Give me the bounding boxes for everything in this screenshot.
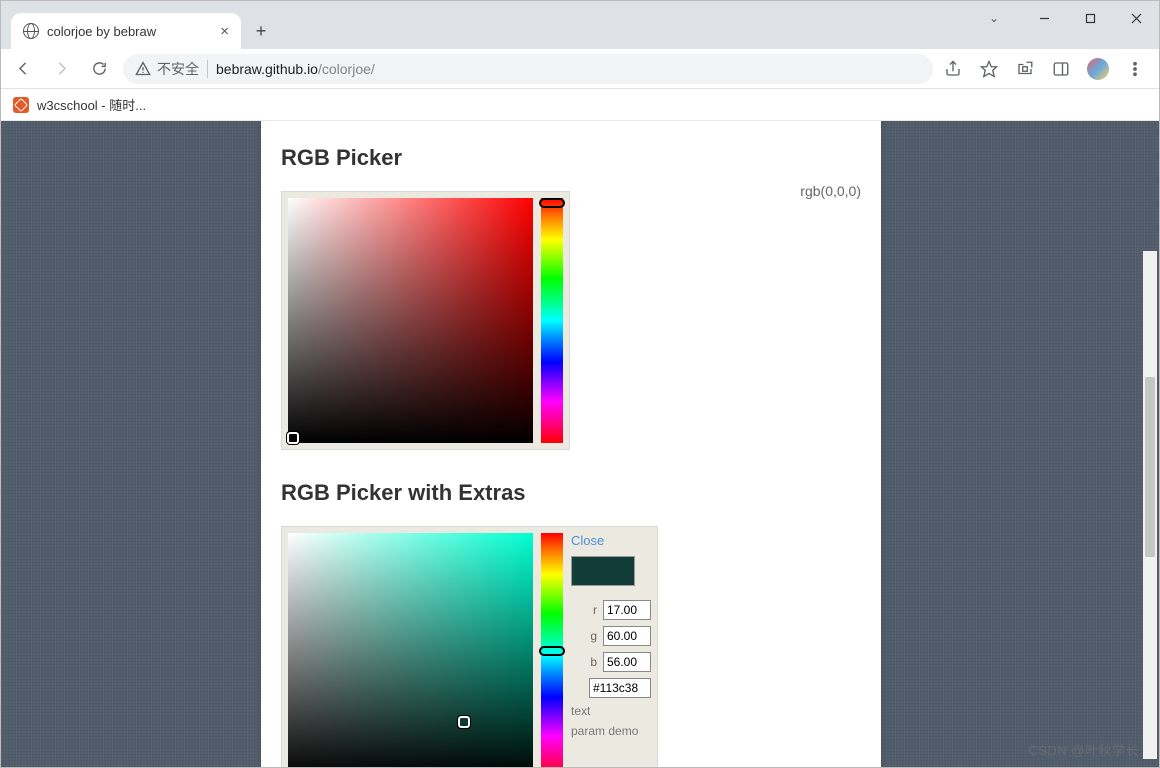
toolbar: 不安全 bebraw.github.io/colorjoe/ (1, 49, 1159, 89)
heading-rgb-picker: RGB Picker (281, 145, 861, 171)
sv-cursor-extras[interactable] (458, 716, 470, 728)
rgb-picker (281, 191, 570, 450)
current-color-swatch (571, 556, 635, 586)
titlebar: colorjoe by bebraw × + ⌄ (1, 1, 1159, 49)
close-link[interactable]: Close (571, 533, 651, 548)
share-icon[interactable] (943, 59, 963, 79)
sv-area[interactable] (288, 198, 533, 443)
url-text: bebraw.github.io/colorjoe/ (216, 61, 375, 77)
page-card: RGB Picker rgb(0,0,0) RGB Picker with Ex… (261, 121, 881, 767)
content-area: RGB Picker rgb(0,0,0) RGB Picker with Ex… (1, 121, 1159, 767)
reload-button[interactable] (85, 55, 113, 83)
close-tab-icon[interactable]: × (220, 23, 229, 40)
extensions-icon[interactable] (1015, 59, 1035, 79)
text-link[interactable]: text (571, 704, 651, 718)
hue-thumb-extras[interactable] (539, 646, 565, 656)
tab-title: colorjoe by bebraw (47, 24, 212, 39)
toolbar-actions (943, 58, 1151, 80)
g-input[interactable] (603, 626, 651, 646)
param-demo-link[interactable]: param demo (571, 724, 651, 738)
new-tab-button[interactable]: + (247, 17, 275, 45)
browser-window: colorjoe by bebraw × + ⌄ 不安全 bebraw.gith… (0, 0, 1160, 768)
browser-tab[interactable]: colorjoe by bebraw × (11, 13, 241, 49)
forward-button[interactable] (47, 55, 75, 83)
hue-slider-extras[interactable] (541, 533, 563, 767)
back-button[interactable] (9, 55, 37, 83)
bookmark-item[interactable]: w3cschool - 随时... (37, 95, 146, 114)
b-label: b (587, 655, 597, 669)
side-panel-icon[interactable] (1051, 59, 1071, 79)
rgb-readout: rgb(0,0,0) (800, 183, 861, 199)
watermark: CSDN @叶秋学长 (1028, 740, 1139, 759)
scrollbar-track[interactable] (1143, 251, 1157, 759)
profile-avatar[interactable] (1087, 58, 1109, 80)
window-controls (1021, 1, 1159, 35)
insecure-badge: 不安全 (135, 59, 199, 79)
address-bar[interactable]: 不安全 bebraw.github.io/colorjoe/ (123, 54, 933, 84)
r-input[interactable] (603, 600, 651, 620)
close-window-button[interactable] (1113, 1, 1159, 35)
kebab-menu-icon[interactable] (1125, 59, 1145, 79)
bookmark-star-icon[interactable] (979, 59, 999, 79)
hue-thumb[interactable] (539, 198, 565, 208)
extras-panel: Close r g b text param demo (571, 533, 651, 767)
b-input[interactable] (603, 652, 651, 672)
hue-slider[interactable] (541, 198, 563, 443)
r-label: r (587, 603, 597, 617)
tabs-caret-icon[interactable]: ⌄ (989, 11, 999, 25)
sv-area-extras[interactable] (288, 533, 533, 767)
insecure-label: 不安全 (157, 59, 199, 79)
minimize-button[interactable] (1021, 1, 1067, 35)
bookmark-favicon (13, 97, 29, 113)
rgb-picker-extras: Close r g b text param demo (281, 526, 658, 767)
globe-icon (23, 23, 39, 39)
bookmarks-bar: w3cschool - 随时... (1, 89, 1159, 121)
maximize-button[interactable] (1067, 1, 1113, 35)
scrollbar-thumb[interactable] (1145, 377, 1155, 557)
g-label: g (587, 629, 597, 643)
omnibox-separator (207, 60, 208, 78)
hex-input[interactable] (589, 678, 651, 698)
heading-rgb-picker-extras: RGB Picker with Extras (281, 480, 861, 506)
sv-cursor[interactable] (287, 432, 299, 444)
